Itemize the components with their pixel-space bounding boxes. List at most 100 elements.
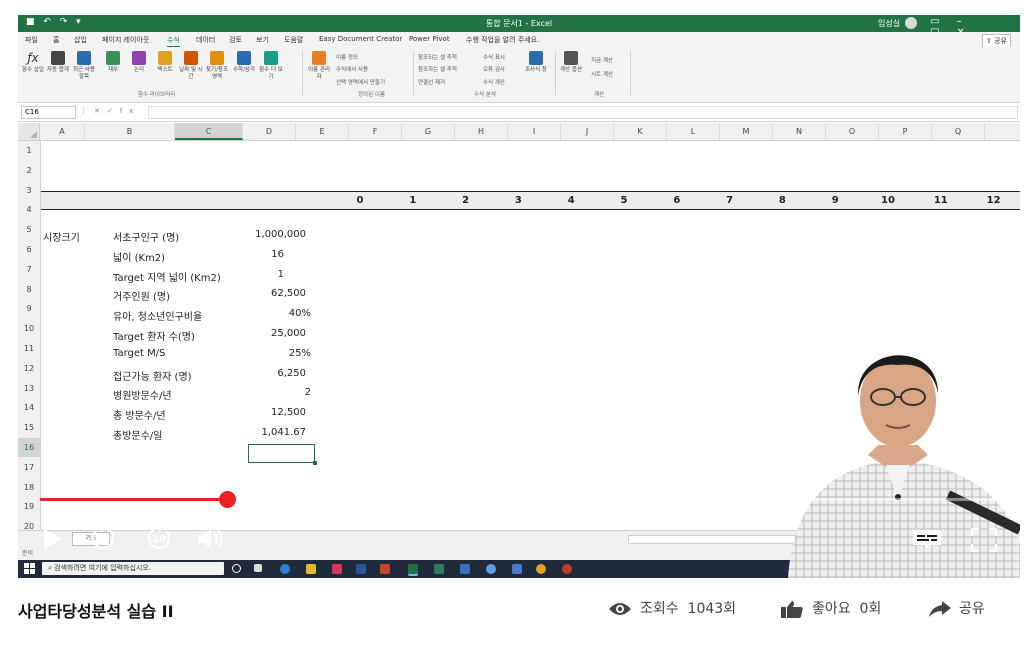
share-video-button[interactable]: 공유: [929, 598, 985, 618]
cortana-icon[interactable]: [232, 564, 241, 573]
ribbon-tab[interactable]: Power Pivot: [409, 35, 450, 43]
row-header[interactable]: 2: [18, 161, 40, 180]
ribbon-small-item[interactable]: 참조되는 셀 추적: [418, 53, 457, 61]
ribbon-button[interactable]: 조사식 창: [524, 51, 548, 74]
column-header[interactable]: K: [614, 123, 667, 140]
row-header[interactable]: 6: [18, 240, 40, 259]
ribbon-button[interactable]: 논리: [127, 51, 151, 74]
select-all-corner[interactable]: [18, 123, 40, 140]
column-header[interactable]: M: [720, 123, 773, 140]
column-header[interactable]: H: [455, 123, 508, 140]
fx-icon[interactable]: fx: [120, 107, 141, 115]
ribbon-tab[interactable]: 삽입: [74, 35, 87, 45]
ribbon-tab[interactable]: 페이지 레이아웃: [102, 35, 149, 45]
app-icon[interactable]: [434, 564, 444, 574]
progress-bar[interactable]: [40, 491, 998, 508]
volume-button[interactable]: [196, 527, 226, 551]
avatar[interactable]: [905, 17, 917, 29]
ribbon-small-item[interactable]: 지금 계산: [591, 56, 613, 64]
ribbon-small-item[interactable]: 수식 표시: [483, 53, 505, 61]
row-header[interactable]: 14: [18, 398, 40, 417]
ribbon-small-item[interactable]: 이름 정의: [336, 53, 358, 61]
task-view-icon[interactable]: [254, 564, 262, 572]
ribbon-tab[interactable]: 수행 작업을 알려 주세요.: [466, 35, 539, 45]
row-header[interactable]: 13: [18, 379, 40, 398]
video-player[interactable]: ■ ↶ ↷ ▾ 통합 문서1 - Excel 임성실 ▭–□✕ ⇧ 공유 파일 홈…: [18, 15, 1020, 578]
ribbon-button[interactable]: 최근 사용 항목: [72, 51, 96, 81]
play-button[interactable]: [42, 527, 64, 551]
subtitles-button[interactable]: [912, 529, 942, 551]
rewind-10-button[interactable]: 10: [89, 523, 117, 553]
ribbon-small-item[interactable]: 수식 계산: [483, 78, 505, 86]
ribbon-button[interactable]: 수학/삼각: [232, 51, 256, 74]
ribbon-small-item[interactable]: 오류 검사: [483, 65, 505, 73]
ribbon-button[interactable]: 이름 관리자: [307, 51, 331, 81]
row-header[interactable]: 16: [18, 438, 40, 457]
ribbon-button[interactable]: 찾기/참조 영역: [205, 51, 229, 81]
ribbon-tab[interactable]: 도움말: [284, 35, 303, 45]
ribbon-button[interactable]: 계산 옵션: [559, 51, 583, 74]
column-header[interactable]: L: [667, 123, 720, 140]
file-explorer-icon[interactable]: [306, 564, 316, 574]
column-header[interactable]: J: [561, 123, 614, 140]
ribbon-button[interactable]: 날짜 및 시간: [179, 51, 203, 81]
ribbon-button[interactable]: ƒx 함수 삽입: [21, 51, 45, 74]
row-header[interactable]: 4: [18, 200, 40, 219]
ribbon-tab[interactable]: 데이터: [196, 35, 215, 45]
column-header[interactable]: F: [349, 123, 402, 140]
row-header[interactable]: 10: [18, 319, 40, 338]
row-header[interactable]: 19: [18, 497, 40, 516]
ribbon-small-item[interactable]: 선택 영역에서 만들기: [336, 78, 385, 86]
row-header[interactable]: 11: [18, 339, 40, 358]
ribbon-small-item[interactable]: 참조하는 셀 추적: [418, 65, 457, 73]
ribbon-small-item[interactable]: 시트 계산: [591, 70, 613, 78]
column-header[interactable]: G: [402, 123, 455, 140]
excel-taskbar-icon[interactable]: [408, 564, 418, 576]
active-cell[interactable]: [248, 444, 317, 465]
ribbon-tab[interactable]: 검토: [229, 35, 242, 45]
ribbon-button[interactable]: 함수 더 보기: [259, 51, 283, 81]
column-header[interactable]: A: [40, 123, 85, 140]
column-header[interactable]: E: [296, 123, 349, 140]
ribbon-tab[interactable]: 홈: [53, 35, 59, 45]
ribbon-tab[interactable]: 보기: [256, 35, 269, 45]
row-header[interactable]: 9: [18, 299, 40, 318]
row-header[interactable]: 1: [18, 141, 40, 160]
app-icon[interactable]: [486, 564, 496, 574]
formula-input[interactable]: [148, 106, 1018, 119]
name-box[interactable]: C16: [21, 106, 76, 119]
edge-icon[interactable]: [280, 564, 290, 574]
app-icon[interactable]: [332, 564, 342, 574]
row-header[interactable]: 12: [18, 359, 40, 378]
column-header[interactable]: B: [85, 123, 175, 140]
fullscreen-button[interactable]: [971, 528, 997, 552]
row-header[interactable]: 5: [18, 220, 40, 239]
powerpoint-icon[interactable]: [380, 564, 390, 574]
column-header[interactable]: D: [243, 123, 296, 140]
ribbon-button[interactable]: 재무: [101, 51, 125, 74]
app-icon[interactable]: [460, 564, 470, 574]
column-header[interactable]: N: [773, 123, 826, 140]
ribbon-small-item[interactable]: 연결선 제거: [418, 78, 445, 86]
progress-thumb[interactable]: [218, 491, 236, 508]
ribbon-tab[interactable]: 파일: [25, 35, 38, 45]
like-button[interactable]: 좋아요 0회: [780, 598, 881, 618]
column-header[interactable]: C: [175, 123, 243, 140]
column-header[interactable]: Q: [932, 123, 985, 140]
column-header[interactable]: P: [879, 123, 932, 140]
share-button[interactable]: ⇧ 공유: [982, 34, 1011, 48]
record-icon[interactable]: [562, 564, 572, 574]
row-header[interactable]: 8: [18, 280, 40, 299]
row-header[interactable]: 3: [18, 181, 40, 200]
app-icon[interactable]: [512, 564, 522, 574]
chrome-icon[interactable]: [536, 564, 546, 574]
ribbon-small-item[interactable]: 수식에서 사용: [336, 65, 368, 73]
word-icon[interactable]: [356, 564, 366, 574]
row-header[interactable]: 7: [18, 260, 40, 279]
row-header[interactable]: 15: [18, 418, 40, 437]
ribbon-button[interactable]: 자동 합계: [46, 51, 70, 74]
row-header[interactable]: 18: [18, 478, 40, 497]
row-header[interactable]: 17: [18, 458, 40, 477]
ribbon-tab[interactable]: Easy Document Creator: [319, 35, 402, 43]
forward-10-button[interactable]: 10: [145, 523, 173, 553]
